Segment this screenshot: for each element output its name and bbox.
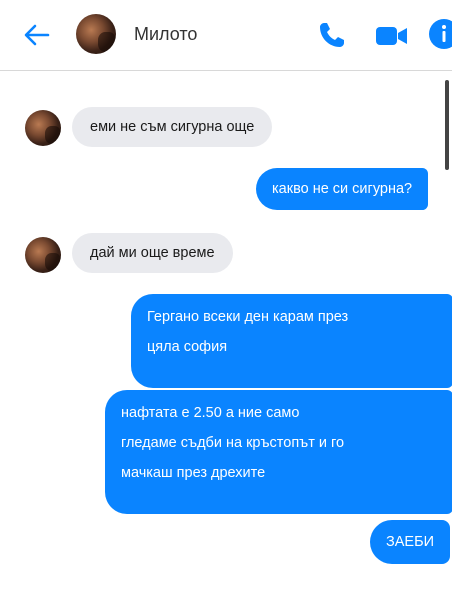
message-line: нафтата е 2.50 а ние само — [121, 405, 300, 421]
phone-icon[interactable] — [317, 20, 347, 50]
message-line: гледаме съдби на кръстопът и го — [121, 435, 345, 451]
scrollbar[interactable] — [445, 80, 449, 170]
video-camera-icon[interactable] — [375, 22, 409, 50]
message-line: Гергано всеки ден карам през — [147, 309, 349, 325]
incoming-message: дай ми още време — [72, 233, 233, 273]
message-line: мачкаш през дрехите — [121, 465, 266, 481]
incoming-message[interactable]: еми не съм сигурна още — [72, 107, 273, 147]
chat-header: Милото — [0, 0, 452, 71]
outgoing-message[interactable]: какво не си сигурна? — [256, 168, 429, 210]
contact-avatar[interactable] — [76, 14, 116, 54]
contact-name[interactable]: Милото — [134, 24, 197, 45]
outgoing-message[interactable]: ЗАЕБИ — [370, 520, 451, 564]
outgoing-message[interactable]: нафтата е 2.50 а ние само гледаме съдби … — [105, 390, 452, 514]
sender-avatar — [25, 110, 61, 146]
outgoing-message[interactable]: Гергано всеки ден карам през цяла софия — [131, 294, 452, 388]
message-line: цяла софия — [147, 339, 228, 355]
sender-avatar — [25, 237, 61, 273]
info-icon[interactable] — [428, 18, 452, 50]
back-arrow-icon[interactable] — [22, 20, 52, 50]
